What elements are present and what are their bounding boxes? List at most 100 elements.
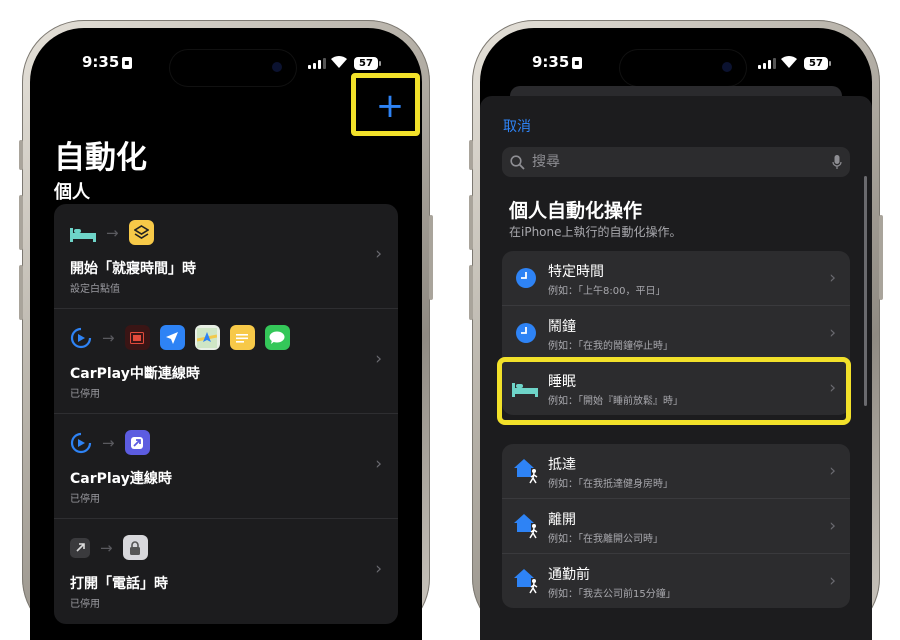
section-title: 個人	[54, 182, 90, 203]
automation-icons: →	[70, 430, 150, 455]
left-phone: 9:35 ▪ 57 + 自動化 個人 → 開始「就寢時間」時 設定白點值 › →…	[19, 20, 433, 640]
chevron-right-icon: ›	[375, 244, 382, 264]
messages-app-icon	[264, 325, 290, 350]
volume-down-button	[19, 265, 23, 320]
automation-row[interactable]: → CarPlay連線時 已停用 ›	[54, 414, 398, 519]
action-button	[19, 140, 23, 170]
trigger-title: 特定時間	[548, 264, 604, 280]
home-walking-icon	[514, 514, 538, 539]
home-walking-icon	[514, 459, 538, 484]
shortcuts-icon	[128, 220, 154, 245]
dynamic-island	[170, 50, 296, 86]
automation-icons: →	[70, 220, 154, 245]
chevron-right-icon: ›	[375, 559, 382, 579]
chevron-right-icon: ›	[829, 571, 836, 591]
automation-list: → 開始「就寢時間」時 設定白點值 › → CarPlay中斷連線時 已停用 ›…	[54, 204, 398, 624]
alarm-clock-icon	[516, 323, 536, 343]
search-input[interactable]	[530, 153, 832, 171]
camera-icon	[272, 62, 282, 72]
action-button	[469, 140, 473, 170]
automation-title: CarPlay中斷連線時	[70, 366, 200, 382]
trigger-row-before-commute[interactable]: 通勤前 例如：「我去公司前15分鐘」 ›	[502, 554, 850, 608]
arrow-right-icon: →	[100, 538, 113, 557]
trigger-title: 抵達	[548, 457, 576, 473]
clock-icon	[516, 268, 536, 288]
highlight-sleep-trigger	[497, 357, 851, 425]
side-button	[429, 215, 433, 300]
trigger-title: 通勤前	[548, 567, 590, 583]
microphone-icon[interactable]	[832, 154, 842, 170]
automation-subtitle: 已停用	[70, 494, 100, 505]
automation-subtitle: 設定白點值	[70, 284, 120, 295]
automation-icons: →	[70, 325, 290, 350]
scrollbar[interactable]	[864, 176, 867, 406]
volume-up-button	[469, 195, 473, 250]
open-app-icon	[124, 430, 150, 455]
home-walking-icon	[514, 569, 538, 594]
arrow-right-icon: →	[106, 223, 119, 242]
battery-icon: 57	[354, 57, 381, 70]
chevron-right-icon: ›	[375, 454, 382, 474]
volume-down-button	[469, 265, 473, 320]
volume-up-button	[19, 195, 23, 250]
trigger-row-leave[interactable]: 離開 例如：「在我離開公司時」 ›	[502, 499, 850, 554]
location-app-icon	[159, 325, 185, 350]
notes-app-icon	[229, 325, 255, 350]
wifi-icon	[331, 55, 347, 68]
trigger-row-alarm[interactable]: 鬧鐘 例如：「在我的鬧鐘停止時」 ›	[502, 306, 850, 361]
automation-row[interactable]: → 開始「就寢時間」時 設定白點值 ›	[54, 204, 398, 309]
automation-title: 開始「就寢時間」時	[70, 261, 196, 277]
chevron-right-icon: ›	[829, 461, 836, 481]
automation-title: 打開「電話」時	[70, 576, 168, 592]
trigger-title: 鬧鐘	[548, 319, 576, 335]
chevron-right-icon: ›	[829, 323, 836, 343]
automation-subtitle: 已停用	[70, 389, 100, 400]
trigger-subtitle: 例如：「在我離開公司時」	[548, 534, 663, 545]
trigger-row-time-of-day[interactable]: 特定時間 例如：「上午8:00，平日」 ›	[502, 251, 850, 306]
trigger-title: 離開	[548, 512, 576, 528]
highlight-add-button	[351, 73, 420, 136]
trigger-row-arrive[interactable]: 抵達 例如：「在我抵達健身房時」 ›	[502, 444, 850, 499]
cellular-signal-icon	[758, 58, 776, 69]
battery-icon: 57	[804, 57, 831, 70]
trigger-subtitle: 例如：「在我抵達健身房時」	[548, 479, 673, 490]
automation-title: CarPlay連線時	[70, 471, 172, 487]
chevron-right-icon: ›	[829, 268, 836, 288]
status-time: 9:35	[532, 53, 570, 71]
lock-app-icon	[122, 535, 148, 560]
status-time: 9:35	[82, 53, 120, 71]
carplay-icon	[70, 327, 92, 348]
search-bar[interactable]	[502, 147, 850, 177]
lock-icon: ▪	[572, 57, 582, 69]
trigger-subtitle: 例如：「上午8:00，平日」	[548, 286, 666, 297]
arrow-right-icon: →	[102, 328, 115, 347]
cancel-button[interactable]: 取消	[503, 116, 531, 136]
trigger-subtitle: 例如：「我去公司前15分鐘」	[548, 589, 676, 600]
side-button	[879, 215, 883, 300]
search-icon	[510, 154, 525, 170]
automation-row[interactable]: → CarPlay中斷連線時 已停用 ›	[54, 309, 398, 414]
sheet-subtitle: 在iPhone上執行的自動化操作。	[509, 225, 682, 239]
automation-icons: →	[70, 535, 148, 560]
page-title: 自動化	[54, 140, 147, 176]
chevron-right-icon: ›	[829, 516, 836, 536]
lock-icon: ▪	[122, 57, 132, 69]
location-trigger-list: 抵達 例如：「在我抵達健身房時」 › 離開 例如：「在我離開公司時」 › 通勤前…	[502, 444, 850, 608]
carplay-icon	[70, 432, 92, 453]
right-phone: 9:35 ▪ 57 取消 個	[469, 20, 883, 640]
bed-icon	[70, 227, 96, 242]
cellular-signal-icon	[308, 58, 326, 69]
calculator-app-icon	[124, 325, 150, 350]
automation-row[interactable]: → 打開「電話」時 已停用 ›	[54, 519, 398, 623]
wifi-icon	[781, 55, 797, 68]
left-screen: 9:35 ▪ 57 + 自動化 個人 → 開始「就寢時間」時 設定白點值 › →…	[30, 28, 422, 640]
chevron-right-icon: ›	[375, 349, 382, 369]
trigger-subtitle: 例如：「在我的鬧鐘停止時」	[548, 341, 673, 352]
new-automation-sheet: 取消 個人自動化操作 在iPhone上執行的自動化操作。	[480, 96, 872, 640]
right-screen: 9:35 ▪ 57 取消 個	[480, 28, 872, 640]
sheet-title: 個人自動化操作	[509, 200, 643, 222]
dynamic-island	[620, 50, 746, 86]
automation-subtitle: 已停用	[70, 599, 100, 610]
arrow-right-icon: →	[102, 433, 115, 452]
camera-icon	[722, 62, 732, 72]
